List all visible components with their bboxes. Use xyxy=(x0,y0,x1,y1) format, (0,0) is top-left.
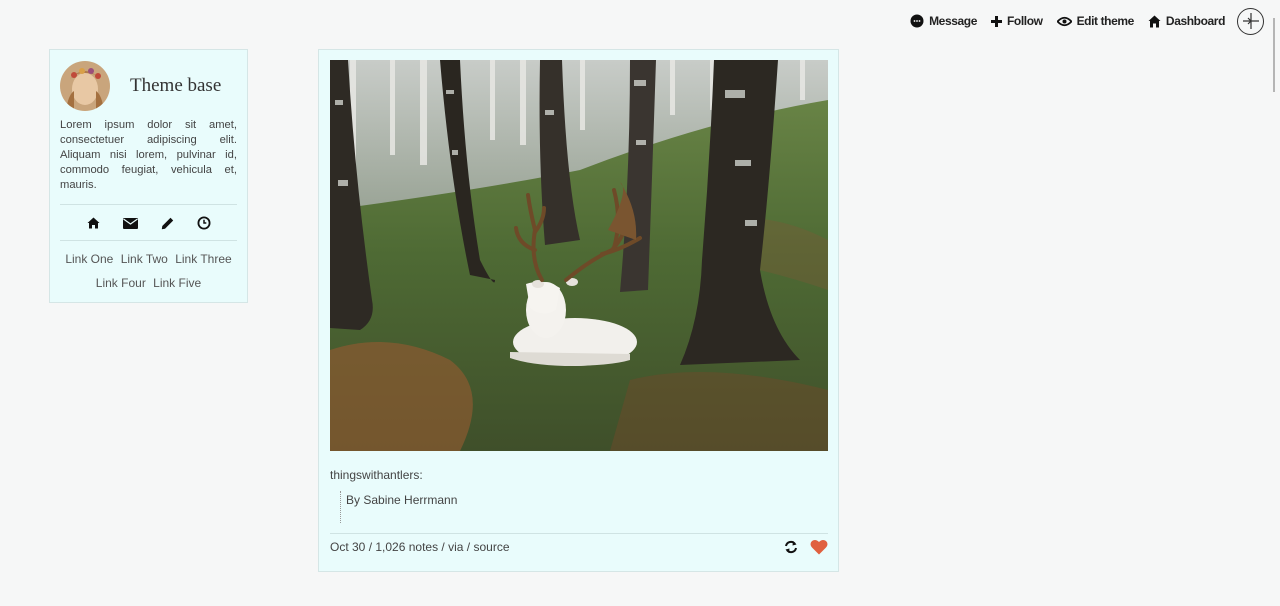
home-icon[interactable] xyxy=(85,215,101,231)
sidebar-link-one[interactable]: Link One xyxy=(65,252,113,266)
meta-separator: / xyxy=(438,540,449,554)
avatar[interactable] xyxy=(60,61,110,111)
post-photo[interactable] xyxy=(330,60,828,451)
sidebar-link-three[interactable]: Link Three xyxy=(175,252,231,266)
message-bubble-icon xyxy=(910,14,924,28)
sidebar: Theme base Lorem ipsum dolor sit amet, c… xyxy=(49,49,248,303)
post-notes[interactable]: 1,026 notes xyxy=(375,540,438,554)
clock-icon[interactable] xyxy=(196,215,212,231)
sidebar-link-two[interactable]: Link Two xyxy=(121,252,168,266)
sidebar-icon-nav xyxy=(60,205,237,240)
blog-title[interactable]: Theme base xyxy=(130,75,221,97)
sidebar-links: Link One Link Two Link Three Link Four L… xyxy=(60,241,237,295)
photo-post: thingswithantlers: By Sabine Herrmann Oc… xyxy=(318,49,839,572)
post-meta: Oct 30 / 1,026 notes / via / source xyxy=(330,540,510,554)
caption-quote: By Sabine Herrmann xyxy=(340,491,457,523)
eye-icon xyxy=(1056,16,1072,27)
reblog-source[interactable]: thingswithantlers: xyxy=(330,468,423,482)
meta-separator: / xyxy=(463,540,474,554)
blog-description: Lorem ipsum dolor sit amet, consectetuer… xyxy=(60,119,237,191)
sidebar-link-four[interactable]: Link Four xyxy=(96,276,146,290)
edit-theme-label: Edit theme xyxy=(1076,14,1135,28)
edit-theme-button[interactable]: Edit theme xyxy=(1056,14,1135,28)
dashboard-button[interactable]: Dashboard xyxy=(1148,14,1225,28)
post-date[interactable]: Oct 30 xyxy=(330,540,365,554)
top-control-bar: Message Follow Edit theme Dashboard xyxy=(896,7,1264,35)
divider xyxy=(330,533,828,534)
home-icon xyxy=(1148,15,1161,28)
tumblr-circle-icon[interactable] xyxy=(1237,7,1264,35)
like-heart-icon[interactable] xyxy=(810,539,828,555)
pencil-icon[interactable] xyxy=(159,215,175,231)
mail-icon[interactable] xyxy=(122,215,138,231)
sidebar-link-five[interactable]: Link Five xyxy=(153,276,201,290)
post-actions xyxy=(784,539,828,555)
follow-button[interactable]: Follow xyxy=(990,14,1043,28)
message-button[interactable]: Message xyxy=(910,14,977,28)
follow-label: Follow xyxy=(1006,14,1043,28)
plus-icon xyxy=(990,15,1002,27)
source-link[interactable]: source xyxy=(473,540,509,554)
message-label: Message xyxy=(929,14,977,28)
scrollbar[interactable] xyxy=(1273,18,1275,92)
meta-separator: / xyxy=(365,540,376,554)
reblog-icon[interactable] xyxy=(784,540,798,554)
via-link[interactable]: via xyxy=(448,540,463,554)
dashboard-label: Dashboard xyxy=(1165,14,1225,28)
profile-header: Theme base xyxy=(60,60,237,112)
